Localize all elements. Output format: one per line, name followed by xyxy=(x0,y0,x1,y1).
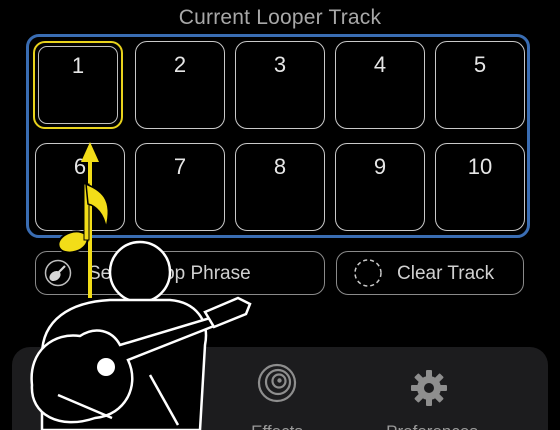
tab-effects[interactable]: Effects xyxy=(222,347,332,430)
track-number: 9 xyxy=(373,154,387,179)
track-pad-5[interactable]: 5 xyxy=(435,41,525,129)
track-pad-1[interactable]: 1 xyxy=(33,41,123,129)
clear-track-button[interactable]: Clear Track xyxy=(336,251,524,295)
track-pad-2[interactable]: 2 xyxy=(135,41,225,129)
dashed-circle-icon xyxy=(353,258,383,288)
track-number: 2 xyxy=(173,52,187,77)
set-loop-phrase-button[interactable]: Se no Loop Phrase xyxy=(35,251,325,295)
track-number: 4 xyxy=(373,52,387,77)
looper-screen: Current Looper Track 1 2 3 4 5 6 7 8 9 1… xyxy=(0,0,560,430)
track-number: 1 xyxy=(71,53,85,78)
track-number: 8 xyxy=(273,154,287,179)
track-number: 5 xyxy=(473,52,487,77)
track-pad-3[interactable]: 3 xyxy=(235,41,325,129)
track-pad-10[interactable]: 10 xyxy=(435,143,525,231)
track-pad-7[interactable]: 7 xyxy=(135,143,225,231)
track-pad-9[interactable]: 9 xyxy=(335,143,425,231)
clear-track-label: Clear Track xyxy=(397,263,495,284)
section-title: Current Looper Track xyxy=(178,6,382,29)
bottom-tab-bar: Effects xyxy=(12,347,548,430)
effects-swirl-icon xyxy=(257,363,297,403)
track-number: 7 xyxy=(173,154,187,179)
track-pad-6[interactable]: 6 xyxy=(35,143,125,231)
track-pad-8[interactable]: 8 xyxy=(235,143,325,231)
tab-effects-label: Effects xyxy=(222,422,332,430)
gear-icon xyxy=(410,369,448,407)
set-loop-phrase-label: Se no Loop Phrase xyxy=(88,263,251,284)
tab-preferences[interactable]: Preferences xyxy=(372,347,492,430)
guitar-badge-icon xyxy=(44,259,72,287)
track-number: 6 xyxy=(73,154,87,179)
track-number: 3 xyxy=(273,52,287,77)
track-pad-4[interactable]: 4 xyxy=(335,41,425,129)
tab-preferences-label: Preferences xyxy=(372,422,492,430)
track-number: 10 xyxy=(467,154,493,179)
